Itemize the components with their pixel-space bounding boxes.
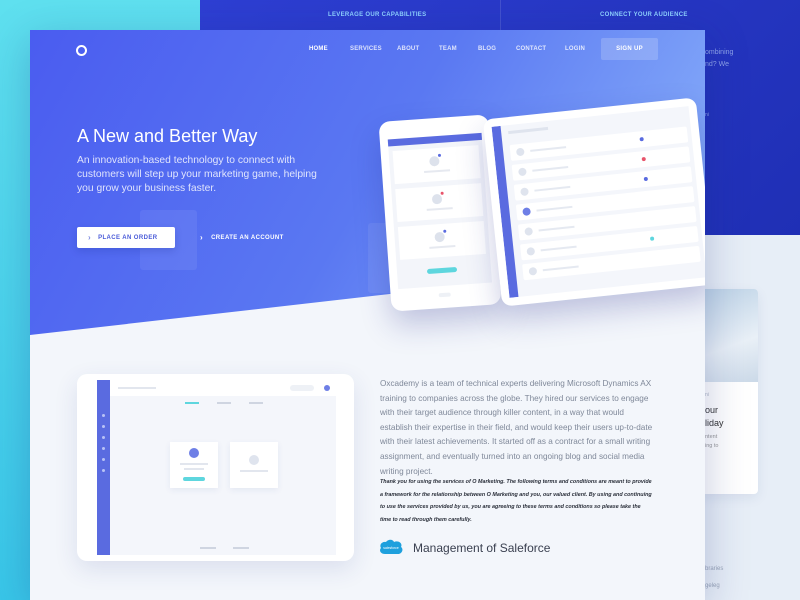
brand-logo-icon[interactable] — [76, 45, 87, 56]
create-account-button[interactable]: › CREATE AN ACCOUNT — [200, 233, 284, 242]
blog-card-subtitle: ntent — [705, 434, 718, 440]
background-peek-text: geleg — [705, 583, 720, 589]
nav-item-about[interactable]: ABOUT — [397, 46, 419, 52]
salesforce-logo-text: salesforce — [383, 546, 399, 550]
nav-item-home[interactable]: HOME — [309, 46, 328, 52]
background-peek-text: braries — [705, 566, 724, 572]
blog-card-title: our — [705, 405, 719, 415]
landing-page: HOME SERVICES ABOUT TEAM BLOG CONTACT LO… — [30, 30, 705, 600]
phone-card — [397, 220, 486, 260]
blog-card-subtitle: ing to — [705, 443, 719, 449]
nav-item-blog[interactable]: BLOG — [478, 46, 496, 52]
place-order-label: PLACE AN ORDER — [98, 234, 158, 241]
phone-screen — [387, 132, 492, 290]
background-audience-text: CONNECT YOUR AUDIENCE — [600, 12, 688, 18]
phone-header-bar — [387, 132, 483, 147]
dashboard-card — [230, 442, 278, 488]
background-capabilities-text: LEVERAGE OUR CAPABILITIES — [328, 12, 427, 18]
create-account-label: CREATE AN ACCOUNT — [211, 234, 284, 241]
phone-home-button — [438, 292, 451, 298]
chevron-right-icon: › — [200, 233, 204, 242]
hero-title: A New and Better Way — [77, 126, 258, 146]
tablet-screen — [491, 106, 705, 298]
section-title: Management of Saleforce — [413, 541, 551, 555]
dashboard-screen — [97, 380, 336, 555]
nav-item-team[interactable]: TEAM — [439, 46, 457, 52]
dashboard-topbar — [110, 380, 336, 396]
background-peek-text: ni — [705, 392, 709, 398]
background-peek-text: ombining — [705, 49, 734, 56]
background-peek-text: nd? We — [705, 61, 729, 68]
tablet-illustration — [482, 97, 705, 307]
background-peek-text: ni — [705, 112, 709, 118]
background-divider — [500, 0, 501, 30]
dashboard-sidebar — [97, 380, 110, 555]
dashboard-mockup — [77, 374, 354, 561]
place-order-button[interactable]: › PLACE AN ORDER — [77, 227, 175, 248]
phone-illustration — [378, 114, 502, 312]
signup-button[interactable]: SIGN UP — [601, 38, 658, 60]
nav-item-contact[interactable]: CONTACT — [516, 46, 546, 52]
dashboard-card — [170, 442, 218, 488]
phone-card — [392, 145, 481, 185]
blog-card-title: liday — [705, 418, 724, 428]
hero-subtitle: An innovation-based technology to connec… — [77, 155, 317, 194]
phone-card — [395, 183, 484, 222]
salesforce-cloud-icon: salesforce — [380, 539, 403, 554]
terms-paragraph: Thank you for using the services of O Ma… — [380, 479, 652, 523]
nav-item-services[interactable]: SERVICES — [350, 46, 382, 52]
about-paragraph: Oxcademy is a team of technical experts … — [380, 379, 653, 476]
blog-card-image — [700, 289, 758, 382]
phone-cta-pill — [426, 266, 458, 275]
nav-item-login[interactable]: LOGIN — [565, 46, 585, 52]
chevron-right-icon: › — [88, 233, 92, 242]
